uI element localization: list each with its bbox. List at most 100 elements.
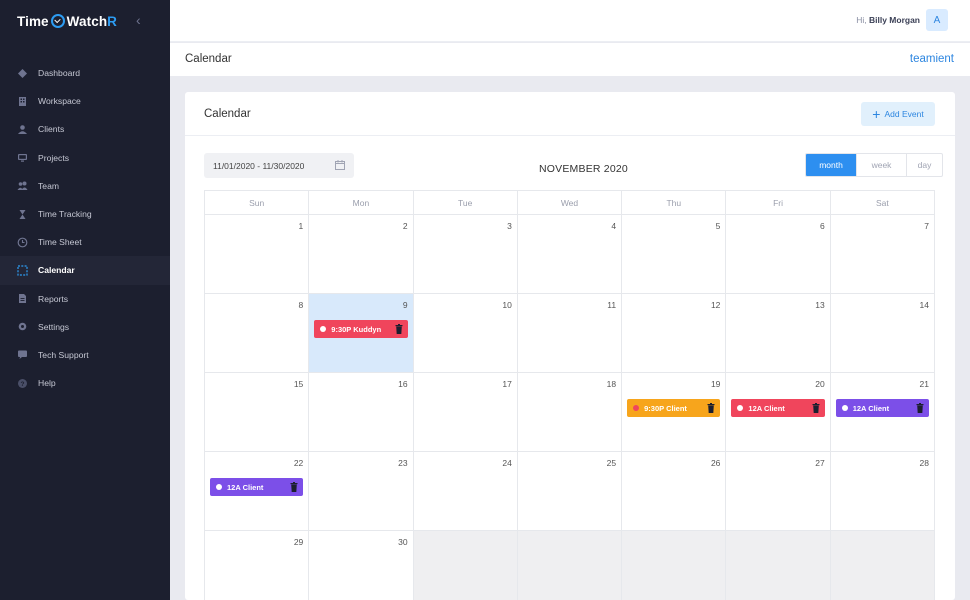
- day-cell[interactable]: 22 12A Client: [205, 452, 310, 531]
- date-range-value: 11/01/2020 - 11/30/2020: [213, 160, 305, 171]
- sidebar-item-projects[interactable]: Projects: [0, 144, 170, 172]
- sidebar-item-time-tracking[interactable]: Time Tracking: [0, 200, 170, 228]
- calendar-event[interactable]: 9:30P Client: [627, 399, 721, 417]
- day-cell[interactable]: 8: [205, 294, 310, 373]
- day-cell-empty[interactable]: [830, 531, 935, 600]
- day-number: 17: [502, 379, 512, 389]
- day-cell[interactable]: 6: [726, 215, 831, 294]
- day-number: 6: [819, 221, 825, 231]
- day-cell[interactable]: 2: [309, 215, 414, 294]
- weekday-header: Tue: [413, 191, 518, 215]
- day-cell[interactable]: 4: [517, 215, 623, 294]
- day-cell[interactable]: 13: [726, 294, 831, 373]
- day-cell[interactable]: 26: [622, 452, 727, 531]
- collapse-sidebar-icon[interactable]: ‹: [136, 12, 141, 28]
- day-cell[interactable]: 10: [413, 294, 518, 373]
- day-number: 20: [815, 379, 825, 389]
- day-cell[interactable]: 21 12A Client: [830, 373, 935, 452]
- card-header: Calendar + Add Event: [185, 92, 955, 136]
- view-week-button[interactable]: week: [856, 154, 906, 176]
- sidebar-item-label: Time Tracking: [38, 209, 92, 220]
- sidebar-item-label: Time Sheet: [38, 237, 82, 248]
- clock-check-icon: [50, 14, 65, 28]
- sidebar-item-reports[interactable]: Reports: [0, 285, 170, 313]
- event-dot-icon: [633, 405, 640, 411]
- sidebar-item-label: Tech Support: [38, 349, 89, 360]
- sidebar-item-label: Team: [38, 180, 60, 191]
- sidebar-item-tech-support[interactable]: Tech Support: [0, 341, 170, 369]
- day-cell[interactable]: 1: [205, 215, 310, 294]
- day-number: 24: [502, 458, 512, 468]
- help-icon: ?: [16, 377, 28, 389]
- logo-text-watch: Watch: [66, 13, 108, 29]
- calendar-event[interactable]: 12A Client: [210, 478, 304, 496]
- trash-icon[interactable]: [395, 324, 403, 334]
- day-cell[interactable]: 3: [413, 215, 518, 294]
- sidebar: Time Watch R ‹ Dashboard Workspace Clients P…: [0, 0, 170, 600]
- sidebar-item-dashboard[interactable]: Dashboard: [0, 59, 170, 87]
- day-cell[interactable]: 18: [517, 373, 623, 452]
- week-row: 15 16 17 18 19 9:30P Client 20 12A Client 21 12A …: [205, 373, 935, 452]
- sidebar-item-calendar[interactable]: Calendar: [0, 256, 170, 285]
- day-cell[interactable]: 14: [830, 294, 935, 373]
- view-day-button[interactable]: day: [906, 154, 942, 176]
- sidebar-item-settings[interactable]: Settings: [0, 313, 170, 341]
- day-number: 11: [607, 300, 617, 310]
- sidebar-item-workspace[interactable]: Workspace: [0, 87, 170, 115]
- day-cell-empty[interactable]: [622, 531, 727, 600]
- day-cell[interactable]: 15: [205, 373, 310, 452]
- sidebar-item-help[interactable]: ? Help: [0, 369, 170, 397]
- calendar-event[interactable]: 12A Client: [835, 399, 929, 417]
- day-cell[interactable]: 17: [413, 373, 518, 452]
- day-cell[interactable]: 27: [726, 452, 831, 531]
- add-event-button[interactable]: + Add Event: [861, 102, 935, 126]
- day-cell[interactable]: 30: [309, 531, 414, 600]
- date-range-picker[interactable]: 11/01/2020 - 11/30/2020: [204, 153, 354, 178]
- logo-text-time: Time: [17, 13, 49, 29]
- trash-icon[interactable]: [916, 403, 924, 413]
- day-cell[interactable]: 25: [517, 452, 623, 531]
- day-cell[interactable]: 11: [517, 294, 623, 373]
- day-cell[interactable]: 16: [309, 373, 414, 452]
- event-label: 12A Client: [227, 482, 264, 492]
- day-cell[interactable]: 9 9:30P Kuddyn: [309, 294, 414, 373]
- day-cell[interactable]: 29: [205, 531, 310, 600]
- week-row: 8 9 9:30P Kuddyn 10 11 12 13 14: [205, 294, 935, 373]
- avatar[interactable]: A: [926, 9, 948, 31]
- calendar-event[interactable]: 12A Client: [731, 399, 825, 417]
- week-row: 22 12A Client 23 24 25 26 27 28: [205, 452, 935, 531]
- day-number: 5: [715, 221, 721, 231]
- day-cell-empty[interactable]: [413, 531, 518, 600]
- week-row: 1 2 3 4 5 6 7: [205, 215, 935, 294]
- day-cell[interactable]: 23: [309, 452, 414, 531]
- calendar-event[interactable]: 9:30P Kuddyn: [314, 320, 408, 338]
- day-cell[interactable]: 24: [413, 452, 518, 531]
- sidebar-item-label: Help: [38, 378, 56, 389]
- view-month-button[interactable]: month: [806, 154, 856, 176]
- day-cell-empty[interactable]: [726, 531, 831, 600]
- hourglass-icon: [16, 208, 28, 220]
- day-cell-empty[interactable]: [517, 531, 623, 600]
- day-cell[interactable]: 28: [830, 452, 935, 531]
- trash-icon[interactable]: [812, 403, 820, 413]
- clock-icon: [16, 236, 28, 248]
- dashboard-icon: [16, 67, 28, 79]
- trash-icon[interactable]: [290, 482, 298, 492]
- trash-icon[interactable]: [707, 403, 715, 413]
- day-cell[interactable]: 5: [622, 215, 727, 294]
- sidebar-item-team[interactable]: Team: [0, 172, 170, 200]
- sidebar-item-label: Reports: [38, 293, 69, 304]
- day-cell[interactable]: 20 12A Client: [726, 373, 831, 452]
- day-number: 3: [507, 221, 512, 231]
- sidebar-item-label: Settings: [38, 321, 70, 332]
- day-cell[interactable]: 7: [830, 215, 935, 294]
- building-icon: [16, 95, 28, 107]
- brand-link[interactable]: teamient: [910, 53, 954, 65]
- sidebar-item-clients[interactable]: Clients: [0, 115, 170, 143]
- app-logo[interactable]: Time Watch R: [17, 14, 117, 29]
- day-cell[interactable]: 12: [622, 294, 727, 373]
- sidebar-item-time-sheet[interactable]: Time Sheet: [0, 228, 170, 256]
- day-number: 2: [402, 221, 408, 231]
- day-cell[interactable]: 19 9:30P Client: [622, 373, 727, 452]
- plus-icon: +: [872, 106, 881, 122]
